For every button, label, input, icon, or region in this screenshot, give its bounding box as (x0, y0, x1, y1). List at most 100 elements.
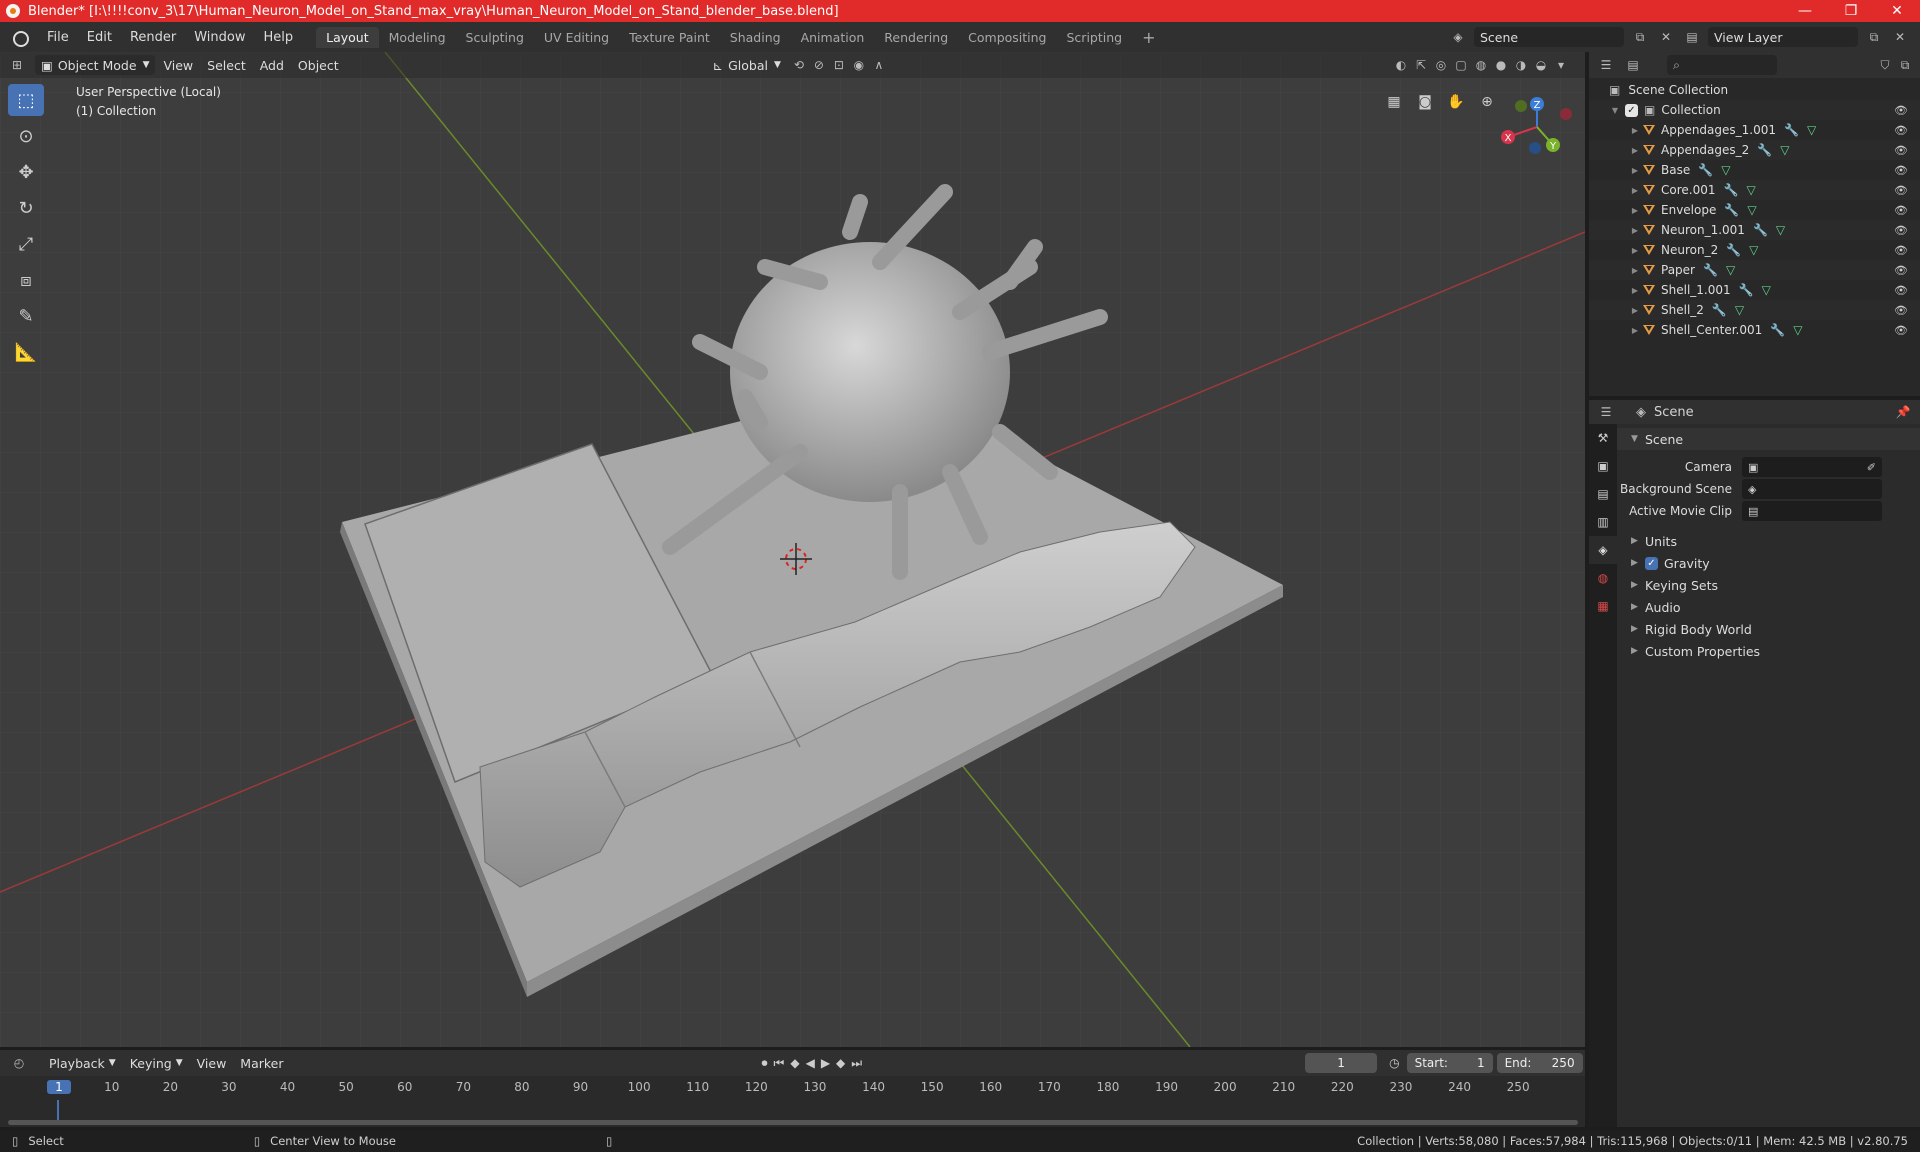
modifier-wrench-icon[interactable]: 🔧 (1724, 183, 1739, 197)
eye-icon[interactable]: 👁 (1894, 304, 1908, 317)
mesh-data-icon[interactable]: ▽ (1793, 323, 1802, 337)
outliner-object-row[interactable]: ▶ Neuron_2 🔧 ▽ 👁 (1589, 240, 1920, 260)
jump-keyframe-forward-icon[interactable]: ◆ (836, 1056, 845, 1070)
menu-edit[interactable]: Edit (78, 30, 121, 45)
tab-rendering[interactable]: Rendering (874, 27, 958, 48)
collection-checkbox[interactable]: ✓ (1625, 103, 1638, 117)
display-mode-icon[interactable]: ▤ (1624, 56, 1642, 74)
snap-target-icon[interactable]: ⊡ (830, 56, 848, 74)
tab-texture-paint[interactable]: Texture Paint (619, 27, 720, 48)
timeline-menu-marker[interactable]: Marker (234, 1053, 289, 1073)
modifier-wrench-icon[interactable]: 🔧 (1724, 203, 1739, 217)
new-collection-icon[interactable]: ⧉ (1896, 56, 1914, 74)
eye-icon[interactable]: 👁 (1894, 164, 1908, 177)
timeline-editor-type-icon[interactable]: ◴ (10, 1054, 28, 1072)
move-tool-icon[interactable]: ✥ (8, 156, 44, 188)
menu-file[interactable]: File (38, 30, 78, 45)
minimize-button[interactable]: — (1782, 3, 1828, 19)
mesh-data-icon[interactable]: ▽ (1746, 183, 1755, 197)
current-frame-field[interactable]: 1 (1305, 1053, 1378, 1073)
menu-help[interactable]: Help (255, 30, 303, 45)
tab-scripting[interactable]: Scripting (1057, 27, 1133, 48)
eye-icon[interactable]: 👁 (1894, 244, 1908, 257)
outliner-editor-type-icon[interactable]: ☰ (1597, 56, 1615, 74)
expand-arrow-icon[interactable]: ▶ (1629, 186, 1641, 195)
outliner-scene-collection[interactable]: ▣ Scene Collection (1589, 80, 1920, 100)
outliner-object-row[interactable]: ▶ Shell_2 🔧 ▽ 👁 (1589, 300, 1920, 320)
eye-icon[interactable]: 👁 (1894, 224, 1908, 237)
eye-icon[interactable]: 👁 (1894, 264, 1908, 277)
expand-arrow-icon[interactable]: ▶ (1629, 286, 1641, 295)
eye-icon[interactable]: 👁 (1894, 204, 1908, 217)
transform-orientation-dropdown[interactable]: ⊾ Global ▼ (707, 55, 787, 75)
tab-compositing[interactable]: Compositing (958, 27, 1056, 48)
blender-menu-icon[interactable] (10, 29, 29, 47)
background-scene-field[interactable]: ◈ (1742, 479, 1882, 499)
expand-arrow-icon[interactable]: ▶ (1629, 166, 1641, 175)
tab-uv-editing[interactable]: UV Editing (534, 27, 619, 48)
object-mode-dropdown[interactable]: ▣ Object Mode ▼ (35, 55, 156, 75)
modifier-wrench-icon[interactable]: 🔧 (1703, 263, 1718, 277)
modifier-wrench-icon[interactable]: 🔧 (1784, 123, 1799, 137)
gizmo-toggle-icon[interactable]: ⇱ (1412, 56, 1430, 74)
expand-arrow-icon[interactable]: ▶ (1629, 226, 1641, 235)
toggle-grid-icon[interactable]: ▦ (1380, 88, 1408, 116)
eyedropper-icon[interactable]: ✐ (1867, 461, 1876, 474)
mesh-data-icon[interactable]: ▽ (1807, 123, 1816, 137)
outliner-object-row[interactable]: ▶ Appendages_1.001 🔧 ▽ 👁 (1589, 120, 1920, 140)
shading-options-icon[interactable]: ▾ (1552, 56, 1570, 74)
expand-arrow-icon[interactable]: ▶ (1629, 206, 1641, 215)
gravity-panel-header[interactable]: ▶ ✓ Gravity (1617, 552, 1920, 574)
active-movie-clip-field[interactable]: ▤ (1742, 501, 1882, 521)
outliner-object-row[interactable]: ▶ Core.001 🔧 ▽ 👁 (1589, 180, 1920, 200)
add-workspace-button[interactable]: + (1132, 25, 1165, 50)
play-reverse-icon[interactable]: ◀ (806, 1056, 815, 1070)
modifier-wrench-icon[interactable]: 🔧 (1739, 283, 1754, 297)
outliner-object-row[interactable]: ▶ Envelope 🔧 ▽ 👁 (1589, 200, 1920, 220)
properties-editor-type-icon[interactable]: ☰ (1597, 403, 1615, 421)
units-panel-header[interactable]: ▶ Units (1617, 530, 1920, 552)
pivot-point-icon[interactable]: ⟲ (790, 56, 808, 74)
falloff-icon[interactable]: ∧ (870, 56, 888, 74)
select-box-tool-icon[interactable]: ⬚ (8, 84, 44, 116)
modifier-wrench-icon[interactable]: 🔧 (1698, 163, 1713, 177)
3d-viewport[interactable]: Z X Y (0, 52, 1585, 1047)
record-icon[interactable]: ⏺ (762, 1056, 768, 1071)
viewport-menu-add[interactable]: Add (254, 55, 290, 75)
modifier-wrench-icon[interactable]: 🔧 (1757, 143, 1772, 157)
expand-arrow-icon[interactable]: ▶ (1629, 266, 1641, 275)
proportional-edit-icon[interactable]: ◉ (850, 56, 868, 74)
modifier-wrench-icon[interactable]: 🔧 (1712, 303, 1727, 317)
mesh-data-icon[interactable]: ▽ (1721, 163, 1730, 177)
mesh-data-icon[interactable]: ▽ (1780, 143, 1789, 157)
material-shading-icon[interactable]: ◑ (1512, 56, 1530, 74)
modifier-wrench-icon[interactable]: 🔧 (1753, 223, 1768, 237)
cursor-tool-icon[interactable]: ⊙ (8, 120, 44, 152)
delete-scene-icon[interactable]: ✕ (1657, 28, 1675, 46)
tab-animation[interactable]: Animation (791, 27, 875, 48)
tab-shading[interactable]: Shading (720, 27, 791, 48)
outliner-object-row[interactable]: ▶ Neuron_1.001 🔧 ▽ 👁 (1589, 220, 1920, 240)
eye-icon[interactable]: 👁 (1894, 324, 1908, 337)
expand-arrow-icon[interactable]: ▶ (1629, 306, 1641, 315)
new-scene-icon[interactable]: ⧉ (1631, 28, 1649, 46)
viewport-menu-view[interactable]: View (157, 55, 199, 75)
eye-icon[interactable]: 👁 (1894, 104, 1908, 117)
annotate-tool-icon[interactable]: ✎ (8, 300, 44, 332)
editor-type-icon[interactable]: ⊞ (8, 56, 26, 74)
outliner-object-row[interactable]: ▶ Base 🔧 ▽ 👁 (1589, 160, 1920, 180)
zoom-icon[interactable]: ⊕ (1473, 88, 1501, 116)
mesh-data-icon[interactable]: ▽ (1726, 263, 1735, 277)
xray-icon[interactable]: ▢ (1452, 56, 1470, 74)
pin-icon[interactable]: 📌 (1894, 403, 1912, 421)
mesh-data-icon[interactable]: ▽ (1749, 243, 1758, 257)
collapse-arrow-icon[interactable]: ▼ (1609, 106, 1621, 115)
outliner-object-row[interactable]: ▶ Shell_Center.001 🔧 ▽ 👁 (1589, 320, 1920, 340)
viewport-menu-object[interactable]: Object (292, 55, 345, 75)
mesh-data-icon[interactable]: ▽ (1762, 283, 1771, 297)
world-tab-icon[interactable]: ◍ (1589, 564, 1617, 592)
custom-properties-panel-header[interactable]: ▶ Custom Properties (1617, 640, 1920, 662)
tab-sculpting[interactable]: Sculpting (456, 27, 534, 48)
jump-start-icon[interactable]: ⏮ (774, 1056, 785, 1071)
stopwatch-icon[interactable]: ◷ (1389, 1056, 1399, 1070)
